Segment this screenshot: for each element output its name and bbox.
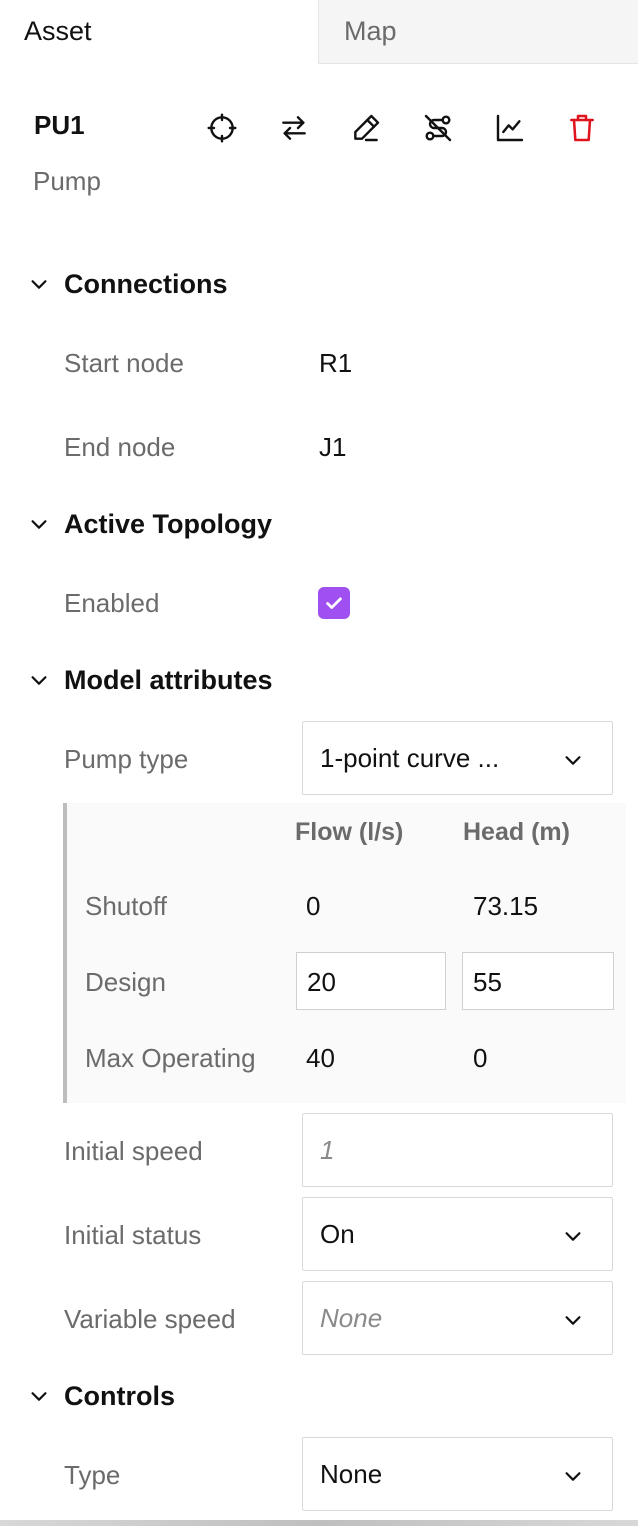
section-title: Model attributes (64, 664, 273, 695)
design-head-input[interactable]: 55 (462, 952, 614, 1010)
design-label: Design (85, 967, 166, 997)
tab-asset[interactable]: Asset (0, 0, 318, 64)
variable-speed-select[interactable]: None (302, 1281, 613, 1355)
section-model-attributes-toggle[interactable]: Model attributes (28, 662, 273, 698)
flow-column-header: Flow (l/s) (295, 818, 404, 846)
tab-map[interactable]: Map (318, 0, 638, 64)
chevron-down-icon (31, 280, 47, 289)
crosshair-icon[interactable] (202, 108, 242, 148)
chevron-down-icon (565, 1472, 581, 1481)
design-head-value: 55 (473, 967, 502, 997)
pencil-icon[interactable] (346, 108, 386, 148)
end-node-value: J1 (319, 432, 347, 462)
design-flow-value: 20 (307, 967, 336, 997)
section-title: Connections (64, 268, 228, 299)
swap-icon[interactable] (274, 108, 314, 148)
tab-asset-label: Asset (24, 16, 92, 46)
start-node-label: Start node (64, 348, 184, 378)
panel-bottom-edge (0, 1520, 638, 1526)
chevron-down-icon (565, 1316, 581, 1325)
control-type-label: Type (64, 1460, 121, 1490)
pump-curve-panel: Flow (l/s) Head (m) Shutoff 0 73.15 Desi… (63, 803, 626, 1103)
design-flow-input[interactable]: 20 (296, 952, 446, 1010)
end-node-label: End node (64, 432, 176, 462)
initial-speed-input[interactable]: 1 (302, 1113, 613, 1187)
chevron-down-icon (31, 1392, 47, 1401)
section-connections-toggle[interactable]: Connections (28, 266, 228, 302)
initial-status-value: On (320, 1219, 355, 1249)
max-operating-head: 0 (473, 1043, 488, 1073)
asset-type: Pump (33, 166, 101, 196)
tab-bar: Asset Map (0, 0, 638, 64)
chevron-down-icon (31, 520, 47, 529)
chevron-down-icon (565, 756, 581, 765)
section-title: Active Topology (64, 508, 273, 539)
route-off-icon[interactable] (418, 108, 458, 148)
shutoff-flow: 0 (306, 891, 321, 921)
pump-type-select[interactable]: 1-point curve ... (302, 721, 613, 795)
section-active-topology-toggle[interactable]: Active Topology (28, 506, 272, 542)
initial-status-select[interactable]: On (302, 1197, 613, 1271)
control-type-select[interactable]: None (302, 1437, 613, 1511)
chart-line-icon[interactable] (490, 108, 530, 148)
initial-status-label: Initial status (64, 1220, 202, 1250)
head-column-header: Head (m) (463, 818, 570, 846)
shutoff-head: 73.15 (473, 891, 539, 921)
section-title: Controls (64, 1380, 175, 1411)
control-type-value: None (320, 1459, 383, 1489)
variable-speed-label: Variable speed (64, 1304, 236, 1334)
enabled-label: Enabled (64, 588, 160, 618)
max-operating-label: Max Operating (85, 1043, 256, 1073)
chevron-down-icon (31, 676, 47, 685)
pump-type-value: 1-point curve ... (320, 743, 500, 773)
initial-speed-label: Initial speed (64, 1136, 203, 1166)
initial-speed-placeholder: 1 (320, 1135, 335, 1165)
trash-icon[interactable] (562, 108, 602, 148)
tab-map-label: Map (344, 16, 397, 46)
chevron-down-icon (565, 1232, 581, 1241)
enabled-checkbox[interactable] (318, 587, 350, 619)
checkmark-icon (326, 597, 342, 609)
pump-type-label: Pump type (64, 744, 189, 774)
asset-id: PU1 (34, 110, 85, 140)
max-operating-flow: 40 (306, 1043, 335, 1073)
section-controls-toggle[interactable]: Controls (28, 1378, 175, 1414)
start-node-value: R1 (319, 348, 353, 378)
variable-speed-value: None (320, 1303, 383, 1333)
shutoff-label: Shutoff (85, 891, 167, 921)
